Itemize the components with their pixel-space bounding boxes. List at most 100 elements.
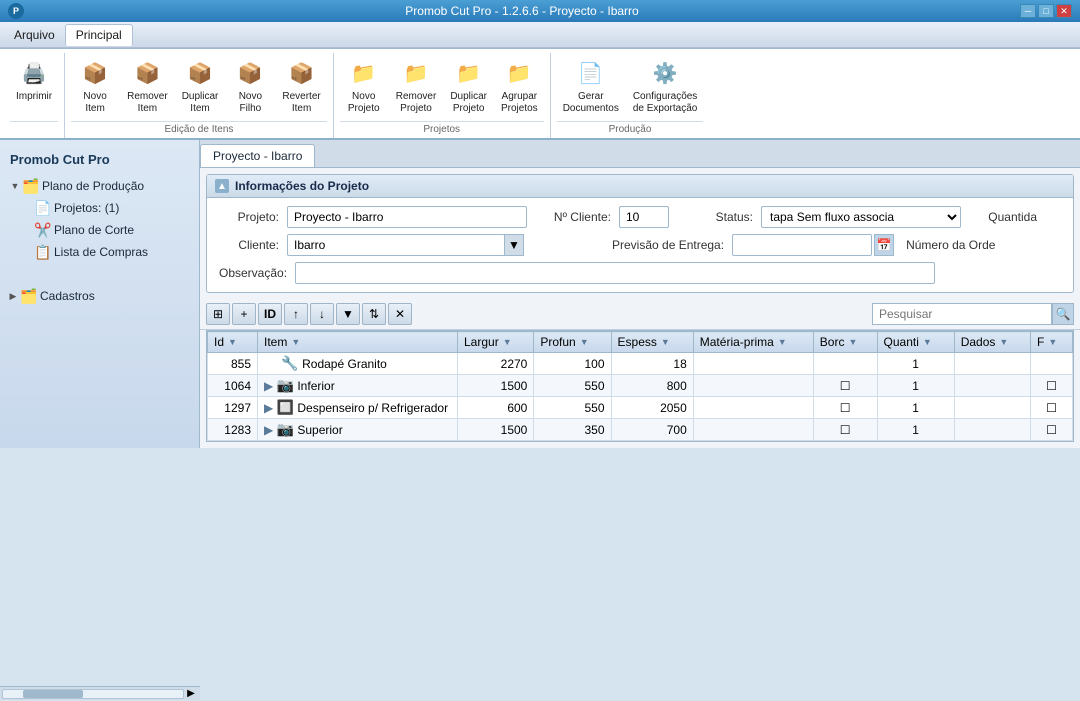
row-expand-btn[interactable]: ▶ (264, 423, 273, 437)
obs-input[interactable] (295, 262, 935, 284)
duplicar-projeto-icon: 📁 (453, 57, 485, 89)
toolbar-sort[interactable]: ⇅ (362, 303, 386, 325)
gerar-doc-button[interactable]: 📄 GerarDocumentos (557, 53, 625, 119)
cliente-input[interactable] (287, 234, 505, 256)
row-expand-btn[interactable]: ▶ (264, 379, 273, 393)
col-dados-filter[interactable]: ▼ (999, 337, 1008, 347)
menu-principal[interactable]: Principal (65, 24, 133, 46)
novo-projeto-label: NovoProjeto (348, 91, 380, 115)
search-input[interactable] (872, 303, 1052, 325)
col-header-f: F ▼ (1031, 332, 1073, 353)
search-button[interactable]: 🔍 (1052, 303, 1074, 325)
col-header-espess: Espess ▼ (611, 332, 693, 353)
col-espess-label: Espess (618, 335, 657, 349)
row-icon: 📷 (277, 377, 294, 393)
novo-projeto-button[interactable]: 📁 NovoProjeto (340, 53, 388, 119)
sidebar-item-plano-corte[interactable]: ✂️ Plano de Corte (4, 219, 195, 241)
sidebar-item-cadastros[interactable]: ▶ 🗂️ Cadastros (0, 283, 199, 309)
duplicar-projeto-label: DuplicarProjeto (450, 91, 487, 115)
col-espess-filter[interactable]: ▼ (661, 337, 670, 347)
toolbar-clear[interactable]: ✕ (388, 303, 412, 325)
cut-icon: ✂️ (34, 221, 52, 239)
menu-arquivo[interactable]: Arquivo (4, 25, 65, 45)
col-item-filter[interactable]: ▼ (291, 337, 300, 347)
cell-espess: 18 (611, 353, 693, 375)
col-id-filter[interactable]: ▼ (228, 337, 237, 347)
imprimir-label: Imprimir (16, 91, 52, 103)
data-table-container[interactable]: Id ▼ Item ▼ Largur (206, 330, 1074, 442)
row-expand-btn[interactable]: ▶ (264, 401, 273, 415)
sidebar-item-plano-producao[interactable]: ▼ 🗂️ Plano de Produção (4, 175, 195, 197)
previsao-date: 📅 (732, 234, 894, 256)
cell-borc: ☐ (813, 375, 877, 397)
sidebar-item-projetos[interactable]: 📄 Projetos: (1) (4, 197, 195, 219)
plano-producao-label: Plano de Produção (42, 179, 144, 193)
content-tab-proyecto[interactable]: Proyecto - Ibarro (200, 144, 315, 167)
col-materia-filter[interactable]: ▼ (778, 337, 787, 347)
cell-f: ☐ (1031, 375, 1073, 397)
table-row[interactable]: 855 🔧 Rodapé Granito 2270 100 18 1 (208, 353, 1073, 375)
toolbar-up[interactable]: ↑ (284, 303, 308, 325)
novo-filho-button[interactable]: 📦 NovoFilho (226, 53, 274, 119)
ribbon-producao-label: Produção (557, 121, 704, 138)
remover-item-label: RemoverItem (127, 91, 168, 115)
sidebar: Promob Cut Pro ▼ 🗂️ Plano de Produção 📄 … (0, 140, 200, 448)
toolbar-filter[interactable]: ▼ (336, 303, 360, 325)
no-cliente-input[interactable] (619, 206, 669, 228)
remover-item-button[interactable]: 📦 RemoverItem (121, 53, 174, 119)
novo-projeto-icon: 📁 (348, 57, 380, 89)
previsao-input[interactable] (732, 234, 872, 256)
expand-icon-cadastros: ▶ (6, 291, 20, 302)
status-select[interactable]: tapa Sem fluxo associa (761, 206, 961, 228)
col-profun-filter[interactable]: ▼ (580, 337, 589, 347)
agrupar-projetos-button[interactable]: 📁 AgruparProjetos (495, 53, 544, 119)
sidebar-item-lista-compras[interactable]: 📋 Lista de Compras (4, 241, 195, 263)
col-id-label: Id (214, 335, 224, 349)
cell-dados (954, 397, 1030, 419)
menu-bar: Arquivo Principal (0, 22, 1080, 48)
duplicar-projeto-button[interactable]: 📁 DuplicarProjeto (444, 53, 493, 119)
col-header-borc: Borc ▼ (813, 332, 877, 353)
novo-item-icon: 📦 (79, 57, 111, 89)
table-row[interactable]: 1297 ▶ 🔲 Despenseiro p/ Refrigerador 600… (208, 397, 1073, 419)
col-f-label: F (1037, 335, 1044, 349)
projeto-label: Projeto: (219, 210, 279, 224)
remover-projeto-icon: 📁 (400, 57, 432, 89)
projetos-label: Projetos: (1) (54, 201, 119, 215)
col-f-filter[interactable]: ▼ (1048, 337, 1057, 347)
cliente-dropdown-btn[interactable]: ▼ (504, 234, 524, 256)
reverter-item-button[interactable]: 📦 ReverterItem (276, 53, 326, 119)
cliente-label: Cliente: (219, 238, 279, 252)
toolbar-down[interactable]: ↓ (310, 303, 334, 325)
close-button[interactable]: ✕ (1056, 4, 1072, 18)
ribbon-section-projetos: 📁 NovoProjeto 📁 RemoverProjeto 📁 Duplica… (334, 53, 551, 138)
imprimir-button[interactable]: 🖨️ Imprimir (10, 53, 58, 119)
duplicar-item-button[interactable]: 📦 DuplicarItem (176, 53, 225, 119)
table-row[interactable]: 1064 ▶ 📷 Inferior 1500 550 800 ☐ 1 ☐ (208, 375, 1073, 397)
novo-item-button[interactable]: 📦 NovoItem (71, 53, 119, 119)
maximize-button[interactable]: □ (1038, 4, 1054, 18)
projeto-input[interactable] (287, 206, 527, 228)
date-picker-btn[interactable]: 📅 (874, 234, 894, 256)
cell-borc: ☐ (813, 419, 877, 441)
col-largur-filter[interactable]: ▼ (503, 337, 512, 347)
window-title: Promob Cut Pro - 1.2.6.6 - Proyecto - Ib… (24, 4, 1020, 18)
toolbar-add[interactable]: + (232, 303, 256, 325)
novo-filho-label: NovoFilho (239, 91, 262, 115)
col-dados-label: Dados (961, 335, 996, 349)
col-quanti-filter[interactable]: ▼ (923, 337, 932, 347)
col-borc-filter[interactable]: ▼ (848, 337, 857, 347)
cell-f (1031, 353, 1073, 375)
ribbon: 🖨️ Imprimir 📦 NovoItem 📦 RemoverItem 📦 (0, 48, 1080, 140)
novo-filho-icon: 📦 (234, 57, 266, 89)
search-box: 🔍 (872, 303, 1074, 325)
col-header-profun: Profun ▼ (534, 332, 611, 353)
toolbar-select-all[interactable]: ⊞ (206, 303, 230, 325)
minimize-button[interactable]: ─ (1020, 4, 1036, 18)
remover-projeto-button[interactable]: 📁 RemoverProjeto (390, 53, 443, 119)
config-export-button[interactable]: ⚙️ Configuraçõesde Exportação (627, 53, 704, 119)
project-panel-header[interactable]: ▲ Informações do Projeto (207, 175, 1073, 198)
toolbar-id[interactable]: ID (258, 303, 282, 325)
status-label: Status: (693, 210, 753, 224)
table-row[interactable]: 1283 ▶ 📷 Superior 1500 350 700 ☐ 1 ☐ (208, 419, 1073, 441)
